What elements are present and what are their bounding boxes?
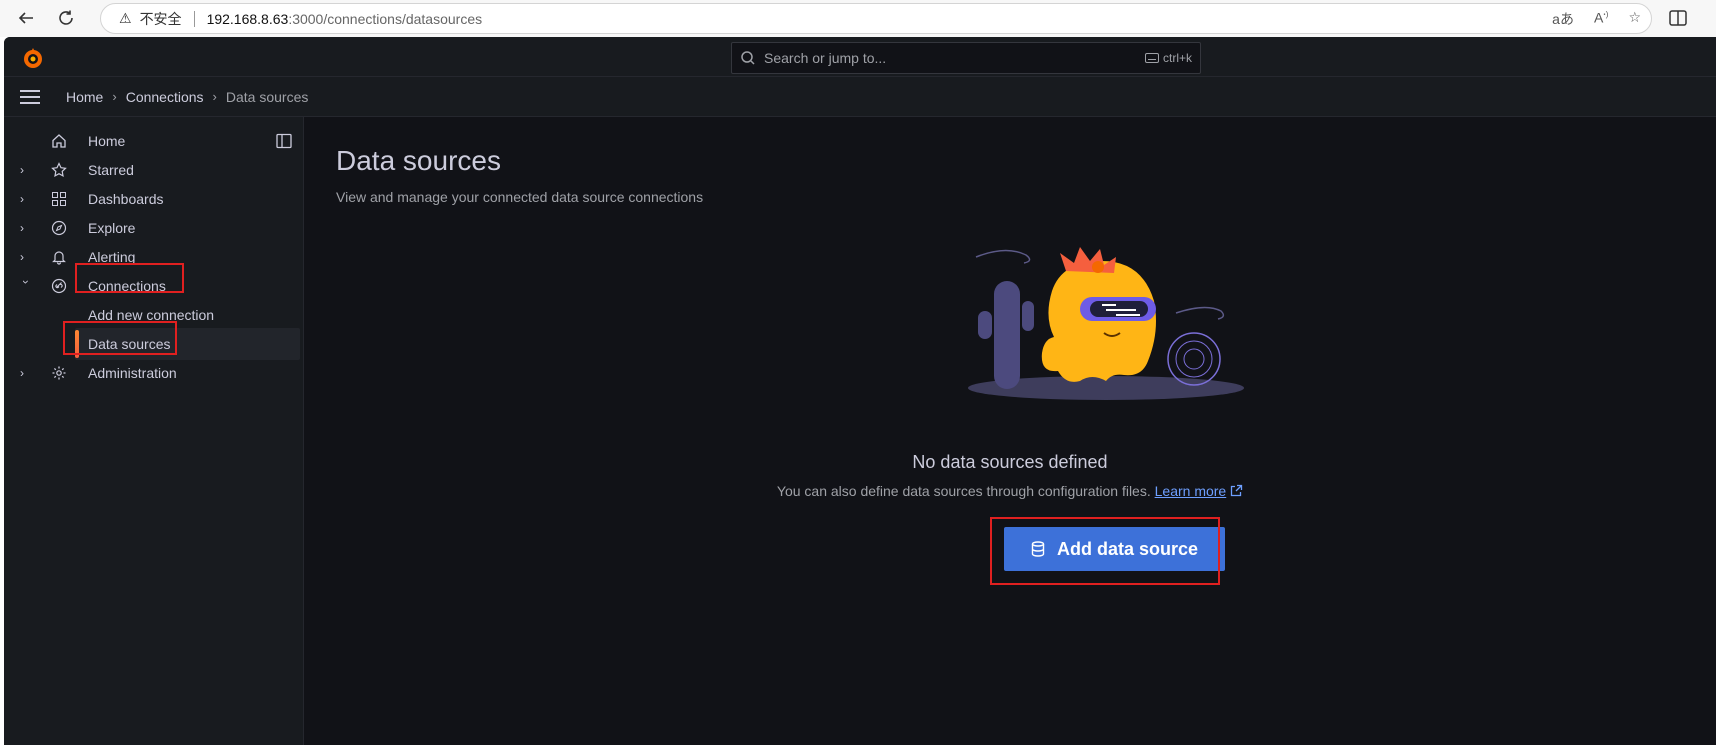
reload-icon[interactable] <box>52 4 80 32</box>
sidebar-item-dashboards[interactable]: › Dashboards <box>4 183 300 215</box>
link-icon <box>50 277 68 295</box>
learn-more-link[interactable]: Learn more <box>1155 483 1227 499</box>
breadcrumb-connections[interactable]: Connections <box>126 89 204 105</box>
warning-icon: ⚠ <box>119 10 132 26</box>
sidebar-item-home[interactable]: Home <box>4 125 300 157</box>
chevron-down-icon[interactable]: › <box>19 280 33 292</box>
url-path: :3000/connections/datasources <box>288 10 483 27</box>
sidebar-item-label: Alerting <box>88 249 136 265</box>
url-host: 192.168.8.63 <box>206 10 289 27</box>
keyboard-icon <box>1144 53 1159 63</box>
sidebar-item-explore[interactable]: › Explore <box>4 212 300 244</box>
breadcrumb: Home › Connections › Data sources <box>4 77 1716 117</box>
sidebar-item-label: Connections <box>88 278 166 294</box>
sidebar-item-label: Dashboards <box>88 191 164 207</box>
browser-toolbar: ⚠ 不安全 192.168.8.63:3000/connections/data… <box>0 0 1716 37</box>
page-subtitle: View and manage your connected data sour… <box>336 189 704 205</box>
page-title: Data sources <box>336 145 501 176</box>
empty-state-title: No data sources defined <box>912 452 1108 472</box>
sidebar-item-label: Add new connection <box>88 307 215 323</box>
insecure-label: 不安全 <box>139 10 182 27</box>
external-link-icon[interactable] <box>1230 484 1243 497</box>
chevron-right-icon: › <box>112 89 117 104</box>
split-screen-icon[interactable] <box>1668 8 1688 28</box>
sidebar-subitem-add-new-connection[interactable]: Add new connection <box>75 299 300 331</box>
chevron-right-icon: › <box>212 89 217 104</box>
breadcrumb-data-sources: Data sources <box>225 88 309 105</box>
sidebar-item-alerting[interactable]: › Alerting <box>4 241 300 273</box>
search-shortcut: ctrl+k <box>1162 51 1192 65</box>
sidebar-item-connections[interactable]: › Connections <box>4 270 300 302</box>
sidebar-item-label: Administration <box>88 365 177 381</box>
translate-icon[interactable]: aあ <box>1552 9 1574 29</box>
add-data-source-label: Add data source <box>1056 538 1199 559</box>
back-icon[interactable] <box>12 4 40 32</box>
sidebar-subitem-data-sources[interactable]: Data sources <box>75 328 300 360</box>
search-icon <box>741 51 755 65</box>
search-placeholder: Search or jump to... <box>764 50 887 66</box>
sidebar: Home › Starred › Dashboards › Explore › … <box>4 117 304 745</box>
search-input[interactable]: Search or jump to... ctrl+k <box>731 42 1201 74</box>
chevron-right-icon[interactable]: › <box>20 250 32 264</box>
grafana-logo-icon[interactable] <box>21 46 45 70</box>
sidebar-item-label: Home <box>88 133 126 149</box>
favorite-star-icon[interactable]: ☆ <box>1628 9 1641 29</box>
sidebar-item-label: Data sources <box>88 336 171 352</box>
sidebar-item-label: Starred <box>88 162 134 178</box>
grafana-app: Search or jump to... ctrl+k Home › Conne… <box>4 37 1716 745</box>
bell-icon <box>50 248 68 266</box>
chevron-right-icon[interactable]: › <box>20 163 32 177</box>
cog-icon <box>50 364 68 382</box>
sidebar-item-administration[interactable]: › Administration <box>4 357 300 389</box>
menu-icon[interactable] <box>20 85 44 109</box>
sidebar-item-label: Explore <box>88 220 136 236</box>
empty-state-text: You can also define data sources through… <box>304 483 1716 499</box>
database-icon <box>1031 541 1045 557</box>
sidebar-item-starred[interactable]: › Starred <box>4 154 300 186</box>
chevron-right-icon[interactable]: › <box>20 192 32 206</box>
main-content: Data sources View and manage your connec… <box>304 117 1716 745</box>
empty-state-mascot-illustration <box>968 247 1244 400</box>
add-data-source-button[interactable]: Add data source <box>1004 527 1225 571</box>
chevron-right-icon[interactable]: › <box>20 366 32 380</box>
apps-icon <box>50 190 68 208</box>
chevron-right-icon[interactable]: › <box>20 221 32 235</box>
compass-icon <box>50 219 68 237</box>
home-icon <box>50 132 68 150</box>
breadcrumb-home[interactable]: Home <box>66 89 103 105</box>
address-bar[interactable]: ⚠ 不安全 192.168.8.63:3000/connections/data… <box>100 3 1652 34</box>
top-bar: Search or jump to... ctrl+k <box>4 37 1716 77</box>
star-icon <box>50 161 68 179</box>
read-aloud-icon[interactable]: Aꞏ) <box>1594 9 1608 29</box>
